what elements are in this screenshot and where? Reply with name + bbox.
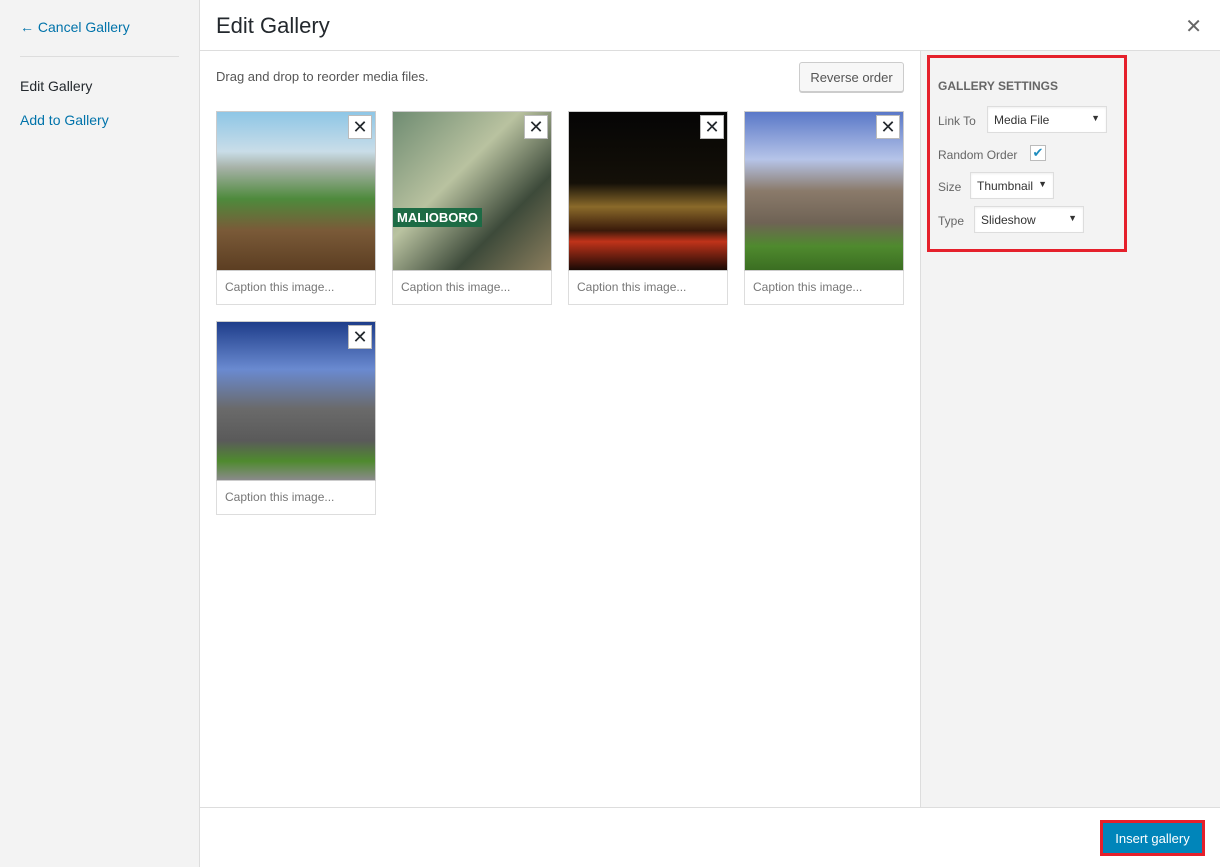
sidebar-item-edit-gallery[interactable]: Edit Gallery [20, 78, 92, 94]
close-icon[interactable]: ✕ [1185, 14, 1202, 39]
size-select[interactable]: Thumbnail ▼ [970, 172, 1054, 199]
sidebar-item-add-to-gallery[interactable]: Add to Gallery [20, 112, 109, 128]
footer-toolbar [200, 807, 1220, 867]
gallery-item[interactable]: Caption this image... ✕ [216, 321, 376, 515]
caption-input[interactable]: Caption this image... [216, 271, 376, 305]
cancel-gallery-link[interactable]: ← Cancel Gallery [20, 19, 130, 35]
link-to-select[interactable]: Media File ▼ [987, 106, 1107, 133]
settings-title: Gallery Settings [938, 79, 1059, 93]
caption-input[interactable]: Caption this image... [216, 481, 376, 515]
reverse-order-button[interactable]: Reverse order [799, 62, 904, 92]
link-to-label: Link To [938, 114, 976, 128]
size-value: Thumbnail [977, 179, 1034, 193]
caption-input[interactable]: Caption this image... [392, 271, 552, 305]
caption-input[interactable]: Caption this image... [568, 271, 728, 305]
gallery-settings: Gallery Settings Link To Media File ▼ Ran… [927, 55, 1127, 252]
sign-text: MALIOBORO [393, 208, 482, 227]
sidebar: ← Cancel Gallery Edit Gallery Add to Gal… [0, 0, 200, 867]
chevron-down-icon: ▼ [1091, 113, 1100, 123]
type-select[interactable]: Slideshow ▼ [974, 206, 1084, 233]
size-label: Size [938, 180, 962, 194]
page-title: Edit Gallery [216, 13, 330, 38]
header: Edit Gallery ✕ [200, 0, 1220, 51]
link-to-value: Media File [994, 113, 1050, 127]
caption-input[interactable]: Caption this image... [744, 271, 904, 305]
chevron-down-icon: ▼ [1068, 213, 1077, 223]
remove-icon[interactable]: ✕ [348, 325, 372, 349]
chevron-down-icon: ▼ [1038, 179, 1047, 189]
remove-icon[interactable]: ✕ [700, 115, 724, 139]
gallery-item[interactable]: MALIOBORO Caption this image... ✕ [392, 111, 552, 305]
gallery-item[interactable]: Caption this image... ✕ [568, 111, 728, 305]
type-value: Slideshow [981, 213, 1036, 227]
type-label: Type [938, 214, 965, 228]
instructions: Drag and drop to reorder media files. [216, 69, 429, 84]
gallery-item[interactable]: Caption this image... ✕ [744, 111, 904, 305]
insert-gallery-button[interactable]: Insert gallery [1100, 820, 1205, 856]
random-order-checkbox[interactable]: ✔ [1030, 145, 1046, 161]
remove-icon[interactable]: ✕ [524, 115, 548, 139]
random-order-label: Random Order [938, 148, 1018, 162]
remove-icon[interactable]: ✕ [348, 115, 372, 139]
gallery-item[interactable]: Caption this image... ✕ [216, 111, 376, 305]
remove-icon[interactable]: ✕ [876, 115, 900, 139]
divider [20, 56, 179, 57]
